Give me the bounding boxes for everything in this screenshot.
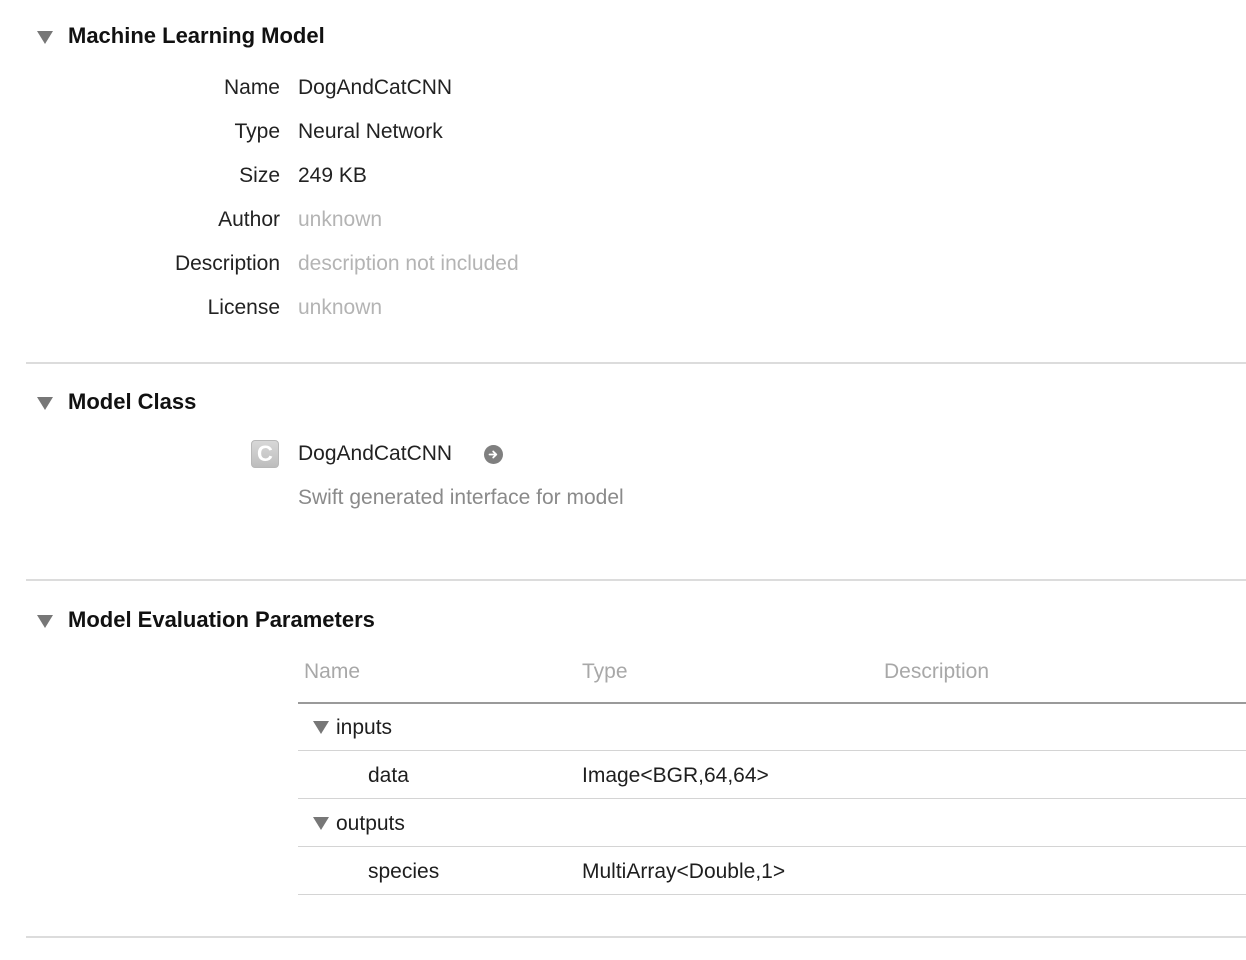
jump-arrow-icon[interactable] xyxy=(484,445,503,464)
field-label-description: Description xyxy=(174,252,280,275)
disclosure-triangle-icon[interactable] xyxy=(313,721,329,734)
group-label-outputs[interactable]: outputs xyxy=(336,812,405,836)
field-value-type: Neural Network xyxy=(298,120,443,143)
column-header-name[interactable]: Name xyxy=(304,660,360,684)
table-row-divider xyxy=(298,894,1246,895)
disclosure-triangle-icon[interactable] xyxy=(37,396,53,410)
param-type-data: Image<BGR,64,64> xyxy=(582,764,769,787)
column-header-description[interactable]: Description xyxy=(884,660,989,684)
section-title-model-class: Model Class xyxy=(68,389,197,414)
model-class-name: DogAndCatCNN xyxy=(298,442,453,465)
section-header-machine-learning-model[interactable] xyxy=(34,22,53,52)
class-icon-letter: C xyxy=(257,441,273,466)
section-divider xyxy=(26,579,1246,581)
field-value-author: unknown xyxy=(298,208,383,231)
field-value-description: description not included xyxy=(298,252,519,275)
section-title-model-evaluation-parameters: Model Evaluation Parameters xyxy=(68,607,375,632)
param-type-species: MultiArray<Double,1> xyxy=(582,860,786,883)
jump-arrow-glyph xyxy=(488,450,498,459)
column-header-type[interactable]: Type xyxy=(582,660,628,684)
table-row-divider xyxy=(298,798,1246,799)
disclosure-triangle-icon[interactable] xyxy=(37,30,53,44)
table-header-divider xyxy=(298,702,1246,704)
field-label-type: Type xyxy=(234,120,280,143)
field-label-name: Name xyxy=(223,76,280,99)
class-c-icon: C xyxy=(251,440,279,468)
param-name-data[interactable]: data xyxy=(368,764,409,788)
section-header-model-class[interactable] xyxy=(34,388,53,418)
table-row-divider xyxy=(298,846,1246,847)
field-label-author: Author xyxy=(218,208,280,231)
field-value-license: unknown xyxy=(298,296,383,319)
field-label-license: License xyxy=(207,296,280,319)
param-name-species[interactable]: species xyxy=(368,860,439,884)
model-class-subtitle: Swift generated interface for model xyxy=(298,486,624,509)
field-label-size: Size xyxy=(239,164,280,187)
section-title-machine-learning-model: Machine Learning Model xyxy=(68,23,325,48)
disclosure-triangle-icon[interactable] xyxy=(313,817,329,830)
disclosure-triangle-icon[interactable] xyxy=(37,614,53,628)
field-value-name: DogAndCatCNN xyxy=(298,76,453,99)
section-divider xyxy=(26,362,1246,364)
table-row-divider xyxy=(298,750,1246,751)
group-label-inputs[interactable]: inputs xyxy=(336,716,392,740)
section-header-model-evaluation-parameters[interactable] xyxy=(34,606,53,636)
field-value-size: 249 KB xyxy=(298,164,367,187)
section-divider xyxy=(26,936,1246,938)
